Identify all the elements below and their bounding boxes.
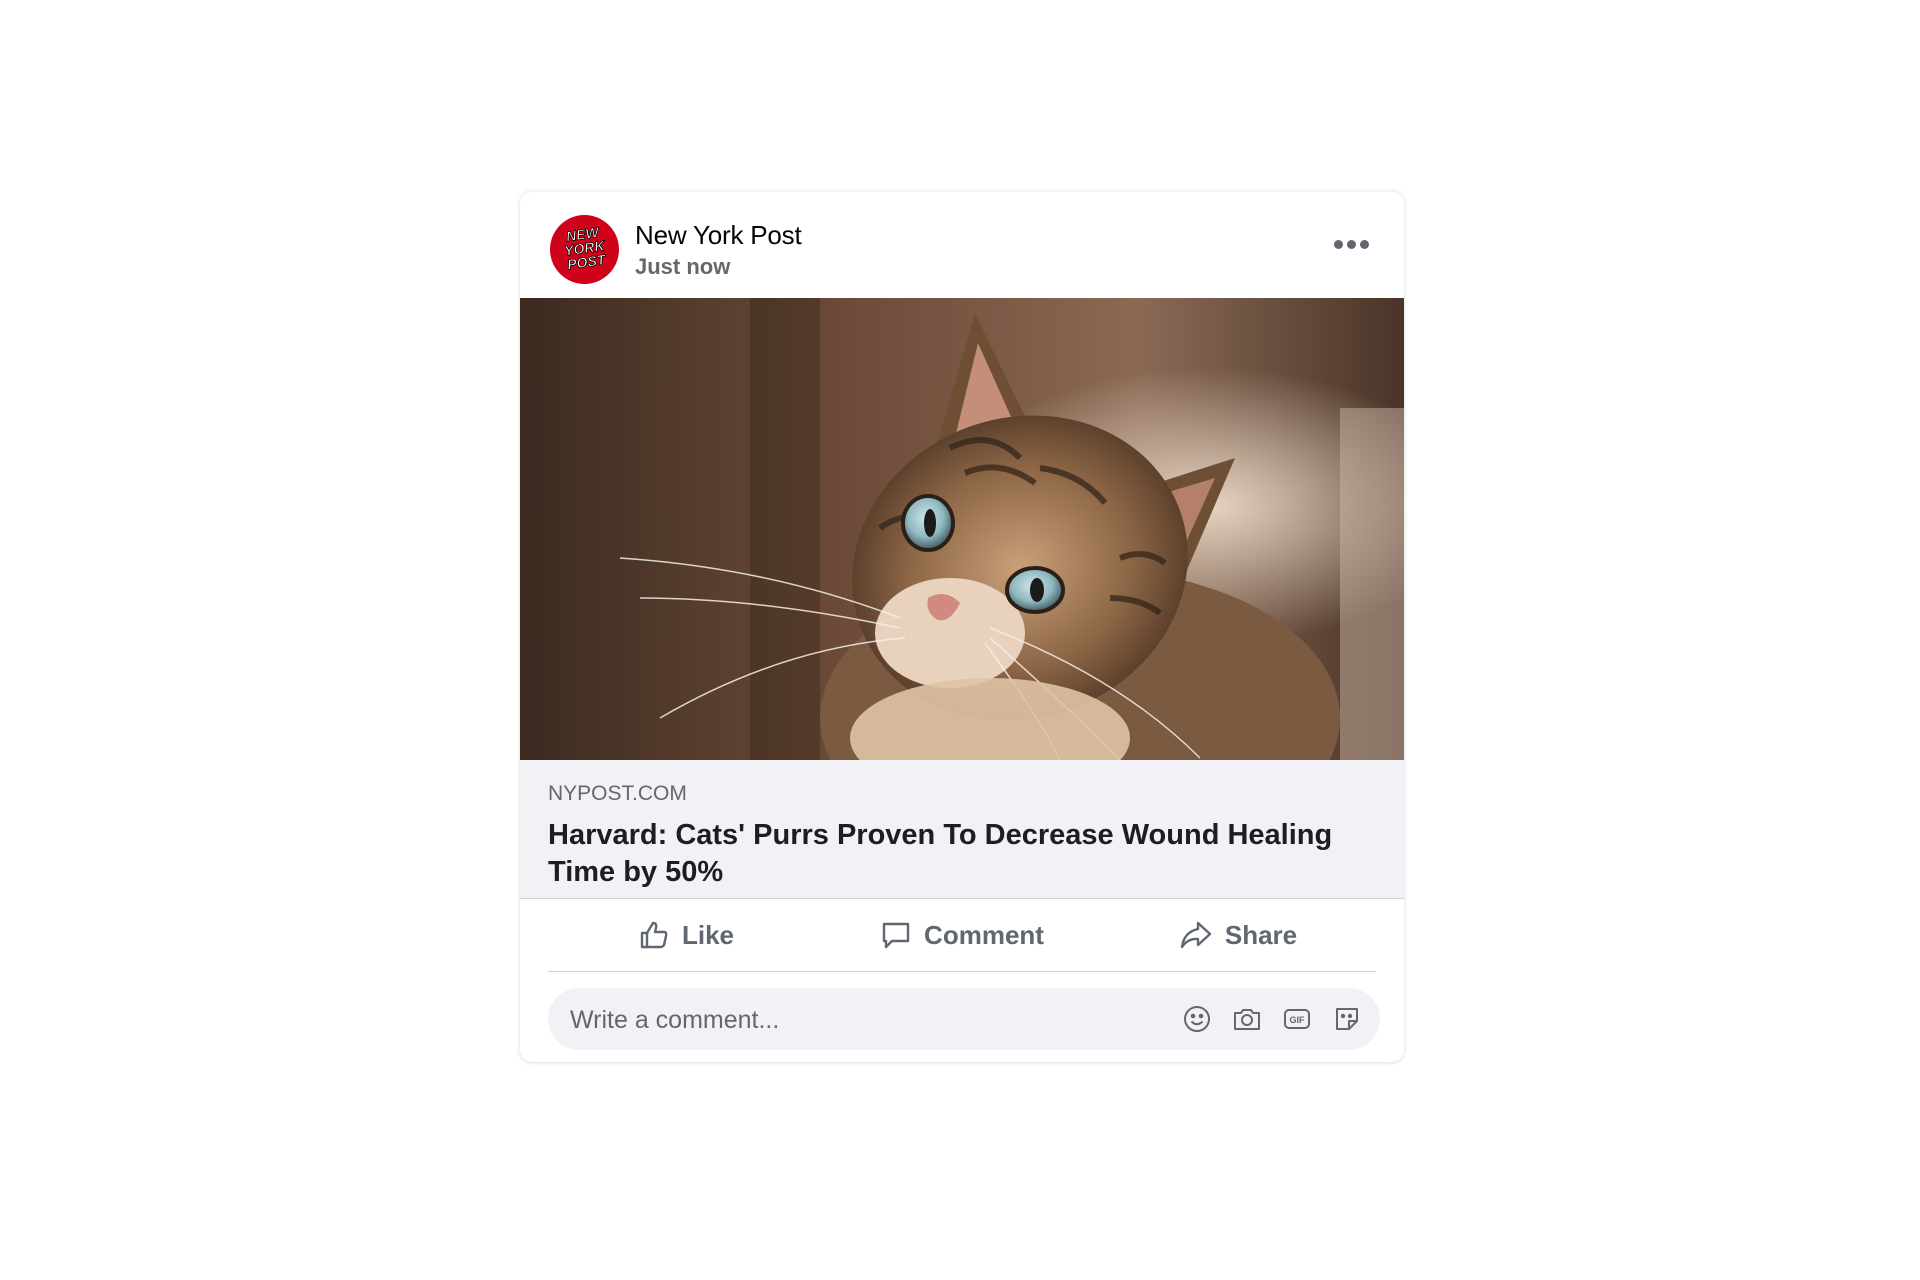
comment-icon: [882, 922, 910, 949]
emoji-icon[interactable]: [1180, 1002, 1214, 1036]
comment-box: GIF: [548, 988, 1380, 1052]
sticker-icon[interactable]: [1330, 1002, 1364, 1036]
comment-input[interactable]: [568, 988, 1132, 1052]
more-options-icon: [1333, 239, 1343, 249]
comment-label: Comment: [924, 919, 1044, 950]
page-avatar[interactable]: NEW YORK POST: [550, 215, 619, 284]
comment-button[interactable]: Comment: [824, 899, 1100, 971]
camera-icon[interactable]: [1230, 1002, 1264, 1036]
link-domain: NYPOST.COM: [548, 782, 687, 805]
link-title: Harvard: Cats' Purrs Proven To Decrease …: [548, 819, 1333, 888]
share-label: Share: [1224, 919, 1298, 950]
thumbs-up-icon: [640, 921, 668, 949]
post-timestamp[interactable]: Just now: [635, 254, 730, 280]
post-card: NEW YORK POST New York Post Just now NYP…: [520, 192, 1404, 1062]
share-button[interactable]: Share: [1100, 899, 1376, 971]
like-button[interactable]: Like: [548, 899, 824, 971]
action-bar: Like Comment Share: [548, 899, 1376, 972]
more-options-button[interactable]: [1326, 222, 1376, 266]
like-label: Like: [681, 919, 735, 950]
svg-text:GIF: GIF: [1290, 1015, 1306, 1025]
post-header: NEW YORK POST New York Post Just now: [520, 192, 1404, 298]
page-name[interactable]: New York Post: [635, 220, 802, 251]
share-icon: [1180, 921, 1212, 949]
gif-icon[interactable]: GIF: [1280, 1002, 1314, 1036]
comment-tools: GIF: [1164, 988, 1364, 1050]
link-preview[interactable]: NYPOST.COM Harvard: Cats' Purrs Proven T…: [520, 760, 1404, 899]
post-photo[interactable]: [520, 298, 1404, 760]
